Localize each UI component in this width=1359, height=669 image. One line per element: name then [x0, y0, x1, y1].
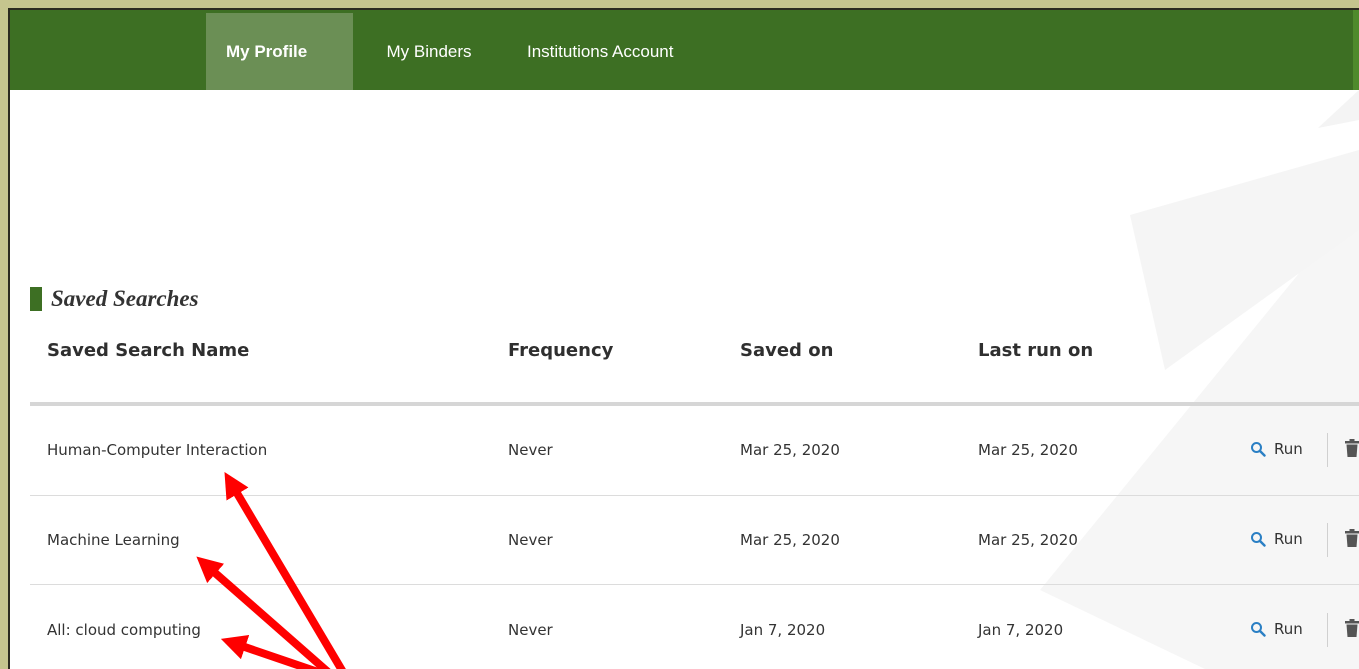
- row-1-saved-on: Mar 25, 2020: [740, 441, 840, 459]
- trash-icon[interactable]: [1345, 529, 1359, 547]
- row-3-run-button[interactable]: Run: [1250, 620, 1303, 638]
- row-1-run-button[interactable]: Run: [1250, 440, 1303, 458]
- row-1-frequency: Never: [508, 441, 553, 459]
- row-1-name[interactable]: Human-Computer Interaction: [47, 441, 267, 459]
- row-2-action-divider: [1327, 523, 1328, 557]
- row-3-saved-on: Jan 7, 2020: [740, 621, 826, 639]
- row-3-last-run-on: Jan 7, 2020: [978, 621, 1064, 639]
- header-divider: [30, 402, 1359, 406]
- annotation-arrows: [196, 471, 346, 669]
- arrow-to-row-1: [224, 471, 346, 669]
- row-3-action-divider: [1327, 613, 1328, 647]
- nav-institutions-account[interactable]: Institutions Account: [507, 13, 747, 90]
- column-header-frequency: Frequency: [508, 340, 614, 361]
- row-2-frequency: Never: [508, 531, 553, 549]
- run-label: Run: [1274, 440, 1303, 458]
- background-watermark: [1040, 90, 1359, 669]
- row-2-last-run-on: Mar 25, 2020: [978, 531, 1078, 549]
- nav-my-binders[interactable]: My Binders: [355, 13, 503, 90]
- column-header-saved-on: Saved on: [740, 340, 834, 361]
- row-3-name[interactable]: All: cloud computing: [47, 621, 201, 639]
- row-2-saved-on: Mar 25, 2020: [740, 531, 840, 549]
- search-icon: [1251, 532, 1266, 547]
- arrow-to-row-3: [220, 635, 320, 669]
- main-navbar: My Profile My Binders Institutions Accou…: [10, 10, 1359, 90]
- run-label: Run: [1274, 530, 1303, 548]
- column-header-name: Saved Search Name: [47, 340, 250, 361]
- row-3-frequency: Never: [508, 621, 553, 639]
- navbar-edge: [1353, 10, 1359, 90]
- window-frame-top: [0, 0, 1359, 8]
- row-1-divider: [30, 495, 1359, 496]
- row-2-run-button[interactable]: Run: [1250, 530, 1303, 548]
- row-2-name[interactable]: Machine Learning: [47, 531, 180, 549]
- run-label: Run: [1274, 620, 1303, 638]
- saved-searches-heading: Saved Searches: [30, 286, 199, 312]
- nav-my-profile[interactable]: My Profile: [206, 13, 353, 90]
- row-1-action-divider: [1327, 433, 1328, 467]
- search-icon: [1251, 622, 1266, 637]
- column-header-last-run-on: Last run on: [978, 340, 1094, 361]
- window-frame-left: [0, 0, 8, 669]
- trash-icon[interactable]: [1345, 439, 1359, 457]
- window-frame-left-border: [8, 8, 10, 669]
- heading-accent-bar: [30, 287, 42, 311]
- search-icon: [1251, 442, 1266, 457]
- row-1-last-run-on: Mar 25, 2020: [978, 441, 1078, 459]
- trash-icon[interactable]: [1345, 619, 1359, 637]
- section-title: Saved Searches: [51, 286, 199, 311]
- arrow-to-row-2: [196, 556, 331, 669]
- row-2-divider: [30, 584, 1359, 585]
